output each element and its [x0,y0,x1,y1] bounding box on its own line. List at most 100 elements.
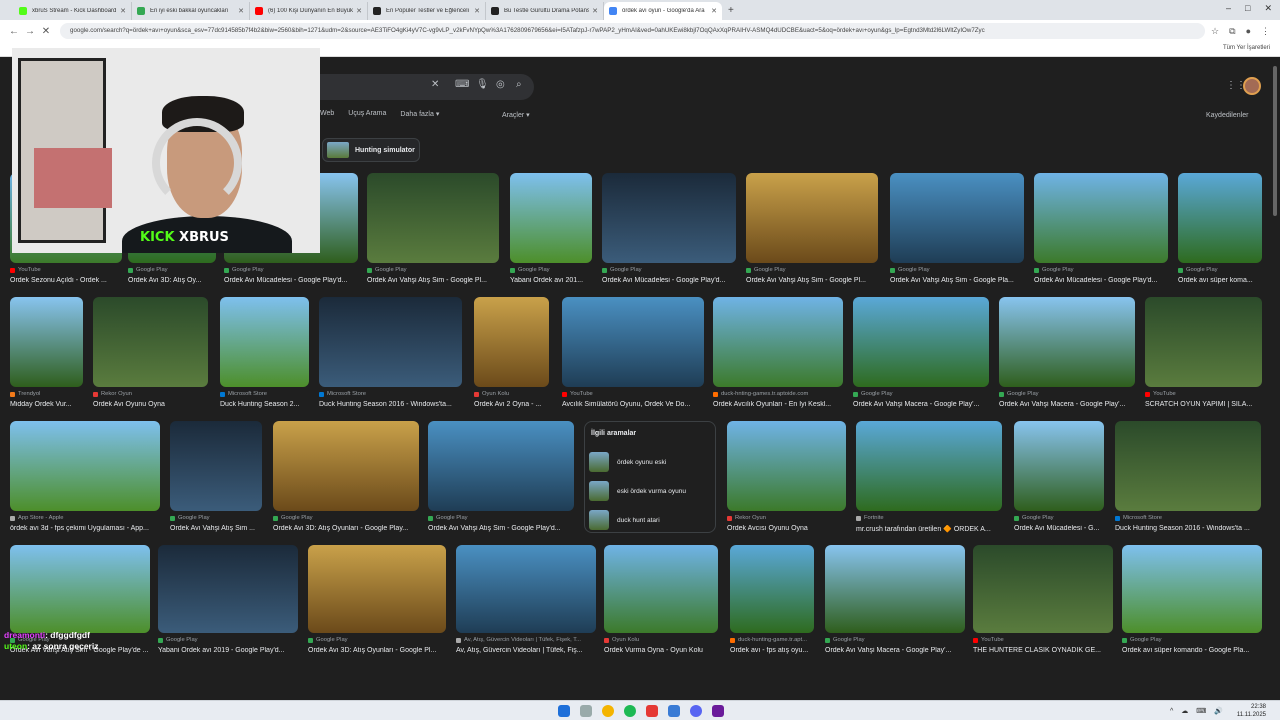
clear-icon[interactable]: ✕ [431,79,439,90]
image-result[interactable]: Google Play Ördek avı süper koma... [1178,173,1262,297]
tab-close-icon[interactable]: ✕ [474,7,480,15]
result-thumbnail[interactable] [973,545,1113,633]
browser-tab[interactable]: En iyi eski bakkal oyuncakları ✕ [132,2,250,20]
mic-icon[interactable]: 🎙 [476,79,489,90]
related-item[interactable]: duck hunt atari [589,508,713,532]
result-thumbnail[interactable] [746,173,878,263]
result-title[interactable]: Ördek Avcılık Oyunları - En İyi Keskl... [713,401,843,408]
back-icon[interactable]: ← [6,26,22,37]
browser-tab[interactable]: En Popüler Testler ve Eğlenceli ✕ [368,2,486,20]
result-title[interactable]: Ördek Avı Vahşi Atış Sim - Google Pla... [890,277,1024,284]
minimize-button[interactable]: – [1226,3,1231,14]
result-thumbnail[interactable] [604,545,718,633]
image-result[interactable]: Fortnite mr.crush tarafından üretilen 🔶 Ö… [856,421,1002,545]
result-title[interactable]: Duck Hunting Season 2... [220,401,309,408]
search-icon[interactable]: ⌕ [516,79,522,90]
tab-web[interactable]: Web [320,110,334,118]
result-thumbnail[interactable] [1178,173,1262,263]
image-result[interactable]: YouTube THE HUNTERE CLASIK OYNADIK GE... [973,545,1113,667]
image-result[interactable]: Microsoft Store Duck Hunting Season 2016 … [319,297,462,421]
bookmark-star-icon[interactable]: ☆ [1211,26,1219,37]
result-title[interactable]: Ördek Avı Mücadelesi - Google Play'd... [1034,277,1168,284]
result-title[interactable]: THE HUNTERE CLASIK OYNADIK GE... [973,647,1113,654]
result-thumbnail[interactable] [10,421,160,511]
stop-icon[interactable]: ✕ [38,26,54,37]
result-title[interactable]: Ördek Avı Oyunu Oyna [93,401,208,408]
image-result[interactable]: Google Play Ördek Avı Vahşi Macera - Goog… [825,545,965,667]
image-result[interactable]: Oyun Kolu Ördek Avı 2 Oyna - ... [474,297,549,421]
image-result[interactable]: Rekor Oyun Ördek Avcısı Oyunu Oyna [727,421,846,545]
image-result[interactable]: Google Play Ördek Avı Vahşi Atış Sim - Go… [428,421,574,545]
result-title[interactable]: SCRATCH OYUN YAPIMI | SİLA... [1145,401,1262,408]
result-title[interactable]: Ördek Avı Vahşi Atış Sim - Google Pl... [367,277,499,284]
result-thumbnail[interactable] [93,297,208,387]
result-title[interactable]: Avcılık Simülatörü Oyunu, Ördek Ve Do... [562,401,704,408]
result-title[interactable]: Ördek Avı Mücadelesi - Google Play'd... [602,277,736,284]
browser-tab[interactable]: (6) 100 Kişi Dünyanın En Büyük ✕ [250,2,368,20]
extensions-icon[interactable]: ⧉ [1229,26,1235,37]
image-result[interactable]: Google Play Ördek Avı Vahşi Atış Sim - Go… [746,173,878,297]
discord-icon[interactable] [690,705,702,717]
app-icon[interactable] [712,705,724,717]
scrollbar[interactable] [1272,60,1278,700]
tools-button[interactable]: Araçler ▾ [502,111,530,119]
result-title[interactable]: Ördek Avı Vahşi Macera - Google Play'... [825,647,965,654]
result-thumbnail[interactable] [220,297,309,387]
result-title[interactable]: Ördek avı - fps atış oyu... [730,647,814,654]
app-icon[interactable] [668,705,680,717]
clock[interactable]: 22:38 11.11.2025 [1237,703,1266,719]
result-title[interactable]: Duck Hunting Season 2016 - Windows'ta ..… [1115,525,1261,532]
result-thumbnail[interactable] [158,545,298,633]
image-result[interactable]: Google Play Ördek avı süper komando - Goo… [1122,545,1262,667]
result-thumbnail[interactable] [10,545,150,633]
result-title[interactable]: Ördek Avı Vahşi Macera - Google Play'... [853,401,989,408]
tab-close-icon[interactable]: ✕ [711,7,717,15]
result-thumbnail[interactable] [456,545,596,633]
result-title[interactable]: Ördek avı süper komando - Google Pla... [1122,647,1262,654]
result-thumbnail[interactable] [428,421,574,511]
image-result[interactable]: duck-hunting-game.tr.apt... Ördek avı - f… [730,545,814,667]
tab-close-icon[interactable]: ✕ [592,7,598,15]
result-title[interactable]: Ördek Sezonu Açıldı - Ördek ... [10,277,122,284]
result-title[interactable]: Ördek Avı Vahşi Atış Sim ... [170,525,262,532]
result-title[interactable]: mr.crush tarafından üretilen 🔶 ÖRDEK A..… [856,525,1002,533]
result-title[interactable]: Yabani Ördek avı 201... [510,277,592,284]
result-title[interactable]: Ördek avı süper koma... [1178,277,1262,284]
image-result[interactable]: Google Play Ördek Avı Vahşi Atış Sim - Go… [367,173,499,297]
lens-icon[interactable]: ◎ [496,79,505,90]
result-thumbnail[interactable] [1115,421,1261,511]
result-thumbnail[interactable] [890,173,1024,263]
saved-button[interactable]: Kaydedilenler [1206,112,1248,119]
close-window-button[interactable]: ✕ [1264,3,1272,14]
result-thumbnail[interactable] [562,297,704,387]
image-result[interactable]: Google Play Ördek Avı Vahşi Atış Sim - Go… [890,173,1024,297]
app-icon[interactable] [646,705,658,717]
result-title[interactable]: Ördek Avı Mücadelesi - G... [1014,525,1104,532]
image-result[interactable]: Google Play Ördek Avı Mücadelesi - Google… [1034,173,1168,297]
image-result[interactable]: Google Play Ördek Avı Vahşi Macera - Goog… [999,297,1135,421]
result-thumbnail[interactable] [1034,173,1168,263]
related-item[interactable]: ördek oyunu eski [589,450,713,474]
system-tray[interactable]: ^ ☁ ⌨ 🔊 [1170,707,1226,715]
result-thumbnail[interactable] [853,297,989,387]
browser-tab[interactable]: ördek avı oyun - Google'da Ara ✕ [604,2,722,20]
new-tab-button[interactable]: + [728,5,734,16]
result-thumbnail[interactable] [730,545,814,633]
result-thumbnail[interactable] [170,421,262,511]
tab-close-icon[interactable]: ✕ [238,7,244,15]
result-title[interactable]: Ördek Avı 2 Oyna - ... [474,401,549,408]
result-title[interactable]: Ördek Avı Vahşi Macera - Google Play'... [999,401,1135,408]
result-thumbnail[interactable] [367,173,499,263]
spotify-icon[interactable] [624,705,636,717]
result-thumbnail[interactable] [1145,297,1262,387]
forward-icon[interactable]: → [22,26,38,37]
result-title[interactable]: Ördek Avı 3D: Atış Oy... [128,277,216,284]
tab-more[interactable]: Daha fazla ▾ [400,110,439,118]
image-result[interactable]: Google Play Ördek Avı 3D: Atış Oyunları -… [308,545,446,667]
result-thumbnail[interactable] [999,297,1135,387]
image-result[interactable]: Rekor Oyun Ördek Avı Oyunu Oyna [93,297,208,421]
result-thumbnail[interactable] [727,421,846,511]
result-thumbnail[interactable] [474,297,549,387]
keyboard-icon[interactable]: ⌨ [455,79,469,90]
result-title[interactable]: Duck Hunting Season 2016 - Windows'ta... [319,401,462,408]
